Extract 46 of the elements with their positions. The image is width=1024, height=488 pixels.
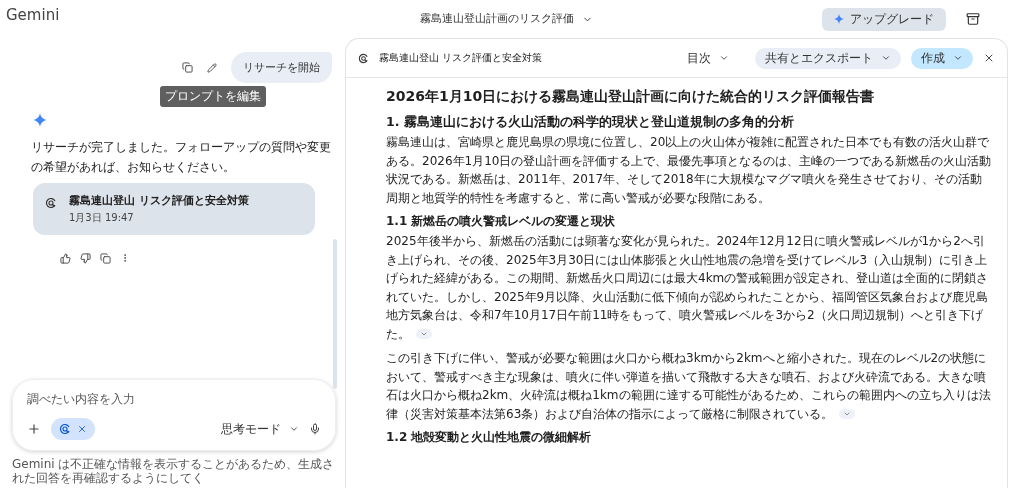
response-text: リサーチが完了しました。フォローアップの質問や変更の希望があれば、お知らせください。	[31, 139, 332, 176]
research-icon	[45, 197, 57, 209]
report-date: 1月3日 19:47	[69, 211, 135, 225]
toolbar-button[interactable]: 共有とエクスポート	[755, 47, 901, 69]
chevron-down-icon	[289, 424, 299, 434]
sparkle-icon	[33, 113, 47, 127]
thumbs-down-icon[interactable]	[80, 253, 91, 264]
subsection-heading: 1.1 新燃岳の噴火警戒レベルの変遷と現状	[386, 213, 617, 230]
tooltip: プロンプトを編集	[160, 86, 266, 107]
user-message: リサーチを開始	[231, 52, 332, 83]
report-heading: 2026年1月10日における霧島連山登山計画に向けた統合的リスク評価報告書	[386, 88, 876, 106]
close-icon[interactable]	[983, 52, 995, 64]
edit-icon[interactable]	[207, 62, 217, 73]
chevron-down-icon	[953, 53, 963, 63]
chevron-down-icon	[719, 53, 729, 63]
scrollbar[interactable]	[333, 239, 337, 389]
prompt-box[interactable]: 調べたい内容を入力 思考モード	[12, 379, 336, 451]
research-icon	[59, 423, 71, 435]
archive-icon[interactable]	[966, 12, 980, 26]
research-chip[interactable]	[51, 418, 95, 440]
subsection-heading: 1.2 地殻変動と火山性地震の微細解析	[386, 429, 593, 446]
chevron-down-icon	[843, 410, 852, 418]
paragraph: この引き下げに伴い、警戒が必要な範囲は火口から概ね3kmから2kmへと縮小された。現在のレベル2の状態において、警戒すべき主な現象は、噴火に伴い弾道を描いて飛散する大きな噴石、および火砕流である。大きな噴石は火口から概ね2km、火砕流は概ね1kmの範囲に達する可能性があるため、これらの範囲内への立ち入りは法律（災害対策基本法第63条）および自治体の指示によって厳格に制限されている。	[386, 350, 992, 423]
chevron-down-icon	[420, 330, 428, 338]
report-card[interactable]: 霧島連山登山 リスク評価と安全対策 1月3日 19:47	[33, 183, 315, 235]
toolbar-button[interactable]: 目次	[677, 47, 739, 69]
paragraph: 2025年後半から、新燃岳の活動には顕著な変化が見られた。2024年12月12日に噴火警戒レベルが1から2へ引き上げられ、その後、2025年3月30日には山体膨張と火山性地震の急増を受けてレベル3（入山規制）に引き上げられた経緯がある。この期間、新燃岳火口周辺には最大4kmの警戒範囲が設定され、登山道は全面的に閉鎖されていた。しかし、2025年9月以降、火山活動に低下傾向が認められたことから、福岡管区気象台および鹿児島地方気象台は、令和7年10月17日午前11時をもって、噴火警戒レベルを3から2（火口周辺規制）へと引き下げた。	[386, 233, 990, 343]
thumbs-up-icon[interactable]	[60, 253, 71, 264]
app-name: Gemini	[5, 5, 61, 26]
panel-title: 霧島連山登山 リスク評価と安全対策	[379, 51, 543, 65]
section-heading: 1. 霧島連山における火山活動の科学的現状と登山道規制の多角的分析	[386, 114, 795, 131]
sparkle-icon	[834, 14, 844, 24]
mic-icon[interactable]	[309, 423, 321, 435]
chevron-down-icon	[881, 53, 891, 63]
expand-button[interactable]	[416, 329, 432, 339]
copy-icon[interactable]	[100, 253, 111, 264]
plus-icon[interactable]	[27, 422, 41, 436]
research-icon	[358, 52, 369, 64]
toolbar-button[interactable]: 作成	[911, 47, 973, 69]
conversation-title[interactable]: 霧島連山登山計画のリスク評価	[420, 12, 593, 26]
disclaimer: Gemini は不正確な情報を表示することがあるため、生成された回答を再確認するようにしてく	[11, 456, 336, 487]
upgrade-button[interactable]: アップグレード	[822, 7, 946, 31]
paragraph: 霧島連山は、宮崎県と鹿児島県の県境に位置し、20以上の火山体が複雑に配置された日本でも有数の活火山群である。2026年1月10日の登山計画を評価する上で、最優先事項となるのは、主峰の一つである新燃岳の火山活動状況である。新燃岳は、2011年、2017年、そして2018年に大規模なマグマ噴火を発生させており、その活動周期と地質学的特性を考慮すると、常に高い警戒が必要な段階にある。	[386, 134, 993, 207]
copy-icon[interactable]	[182, 62, 193, 73]
report-title: 霧島連山登山 リスク評価と安全対策	[69, 193, 249, 208]
mode-dropdown[interactable]: 思考モード	[221, 420, 299, 438]
